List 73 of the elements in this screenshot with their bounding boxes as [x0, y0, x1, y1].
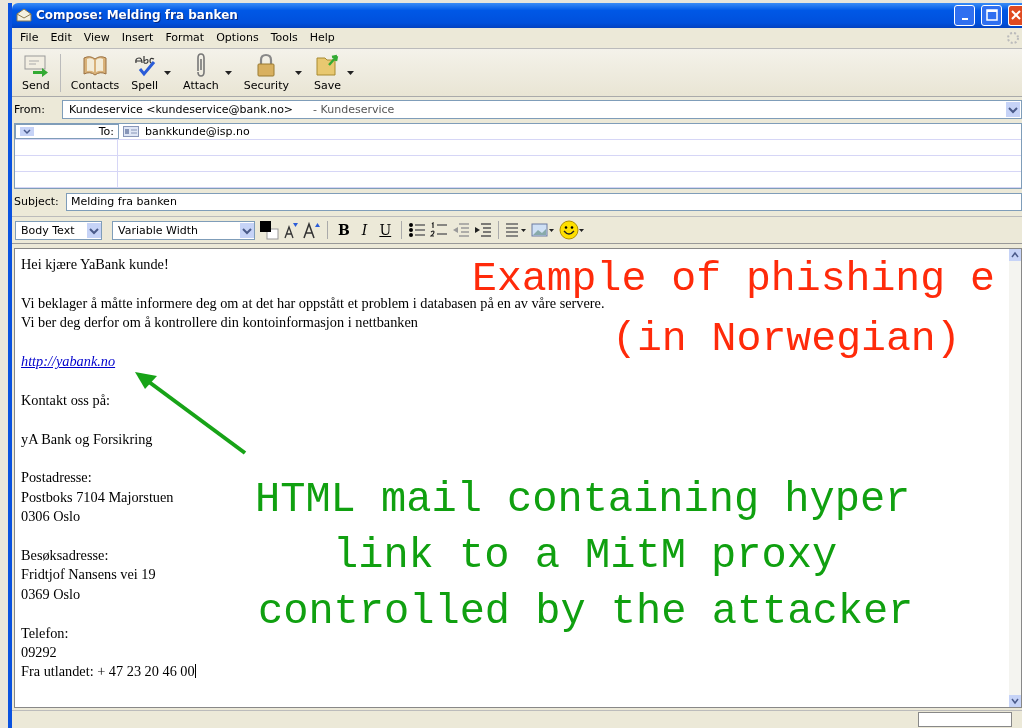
toolbar-button[interactable]: Attach: [177, 53, 225, 92]
font-larger-icon[interactable]: [303, 221, 321, 240]
text-color-icon[interactable]: [259, 220, 279, 241]
menu-item[interactable]: File: [14, 31, 45, 45]
envelope-arrow-icon: [22, 53, 49, 77]
close-button[interactable]: [1008, 4, 1022, 26]
from-label: From:: [14, 103, 46, 117]
font-smaller-icon[interactable]: [283, 221, 299, 240]
font-select[interactable]: Variable Width: [112, 220, 255, 240]
toolbar-button[interactable]: Send: [16, 53, 56, 92]
body-text: yA Bank og Forsikring: [21, 430, 153, 447]
menu-item[interactable]: Insert: [115, 31, 160, 45]
recipient-type-select[interactable]: To:: [15, 124, 119, 140]
menu-item[interactable]: Options: [210, 31, 265, 45]
dropdown-arrow-icon[interactable]: [347, 70, 354, 75]
body-text: Fra utlandet: + 47 23 20 46 00: [21, 663, 195, 680]
contact-card-icon: [123, 126, 139, 138]
toolbar-button[interactable]: Save: [308, 53, 347, 92]
folder-arrow-icon: [314, 53, 341, 77]
annotation-text: link to a MitM proxy: [333, 533, 838, 579]
italic-button[interactable]: I: [357, 222, 372, 239]
minimize-button[interactable]: [954, 4, 975, 26]
annotation-text: controlled by the attacker: [258, 589, 914, 635]
toolbar-button[interactable]: Security: [237, 53, 295, 92]
numbered-list-icon[interactable]: [430, 222, 449, 239]
align-icon[interactable]: [505, 222, 528, 239]
close-icon: [1009, 9, 1022, 22]
link[interactable]: http://yabank.no: [21, 353, 116, 370]
annotation-text: (in Norwegian): [612, 316, 961, 362]
menu-item[interactable]: Help: [303, 31, 341, 45]
body-text: Postadresse:: [21, 469, 92, 486]
body-text: Postboks 7104 Majorstuen: [21, 488, 174, 505]
maximize-button[interactable]: [981, 4, 1002, 26]
body-text: Vi ber deg derfor om å kontrollere din kontoinformasjon i nettbanken: [21, 314, 418, 331]
menu-item[interactable]: Edit: [44, 31, 78, 45]
body-text: 0369 Oslo: [21, 585, 81, 602]
window-title: Compose: Melding fra banken: [36, 8, 238, 23]
dropdown-arrow-icon[interactable]: [295, 70, 302, 75]
book-icon: [82, 53, 108, 77]
toolbar-button[interactable]: Spell: [125, 53, 165, 92]
menu-item[interactable]: Format: [159, 31, 211, 45]
menu-item[interactable]: View: [77, 31, 116, 45]
maximize-icon: [985, 9, 998, 22]
toolbar-button[interactable]: Contacts: [64, 53, 126, 92]
subject-label: Subject:: [14, 195, 58, 209]
scroll-down-icon[interactable]: [1009, 695, 1021, 708]
throbber-icon: [1006, 30, 1020, 45]
indent-icon[interactable]: [474, 222, 493, 239]
paragraph-style-select[interactable]: Body Text: [15, 220, 102, 240]
body-text: Telefon:: [21, 624, 69, 641]
body-text: Besøksadresse:: [21, 547, 109, 563]
annotation-text: HTML mail containing hyper: [255, 477, 911, 523]
subject-field[interactable]: Melding fra banken: [66, 192, 1022, 211]
body-text: Hei kjære YaBank kunde!: [21, 256, 169, 273]
bulleted-list-icon[interactable]: [408, 222, 427, 239]
from-select[interactable]: Kundeservice <kundeservice@bank.no> - Kundeservice: [62, 100, 1022, 120]
smiley-icon[interactable]: [559, 220, 586, 241]
bold-button[interactable]: B: [334, 222, 354, 239]
underline-button[interactable]: U: [375, 222, 396, 239]
scroll-up-icon[interactable]: [1009, 249, 1021, 262]
scrollbar[interactable]: [1009, 249, 1021, 708]
body-text: 09292: [21, 643, 57, 660]
body-text: Fridtjof Nansens vei 19: [21, 566, 156, 583]
recipient-address[interactable]: bankkunde@isp.no: [145, 125, 250, 139]
paperclip-icon: [196, 53, 205, 77]
envelope-icon: [16, 8, 32, 23]
dropdown-arrow-icon: [20, 127, 34, 137]
dropdown-arrow-icon[interactable]: [164, 70, 172, 75]
body-text: Kontakt oss på:: [21, 391, 110, 408]
minimize-icon: [961, 18, 968, 21]
dropdown-arrow-icon[interactable]: [224, 70, 232, 75]
menu-item[interactable]: Tools: [264, 31, 304, 45]
body-text: 0306 Oslo: [21, 508, 81, 525]
